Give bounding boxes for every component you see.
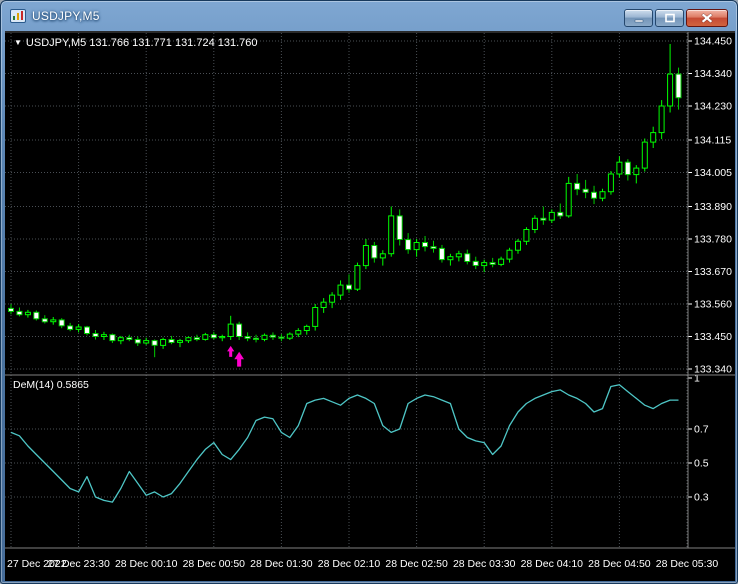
svg-text:0.3: 0.3	[694, 492, 709, 504]
svg-text:28 Dec 03:30: 28 Dec 03:30	[453, 558, 516, 570]
svg-text:0.7: 0.7	[694, 424, 709, 436]
svg-text:134.340: 134.340	[694, 68, 732, 80]
svg-text:28 Dec 00:50: 28 Dec 00:50	[183, 558, 246, 570]
svg-text:28 Dec 02:50: 28 Dec 02:50	[385, 558, 448, 570]
svg-text:134.115: 134.115	[694, 135, 731, 147]
svg-text:1: 1	[694, 373, 700, 385]
close-button[interactable]	[686, 9, 728, 27]
price-chart-svg[interactable]: 134.450 134.340 134.230 134.115 134.005 133.8…	[5, 31, 735, 581]
svg-text:133.450: 133.450	[694, 331, 732, 343]
close-icon	[701, 13, 713, 23]
demarker-line	[11, 385, 679, 502]
svg-text:134.450: 134.450	[694, 36, 732, 48]
svg-text:0.5: 0.5	[694, 458, 709, 470]
buy-arrow-icon	[234, 352, 244, 367]
svg-text:28 Dec 01:30: 28 Dec 01:30	[250, 558, 313, 570]
chart-client-area[interactable]: 134.450 134.340 134.230 134.115 134.005 133.8…	[5, 31, 735, 581]
svg-text:28 Dec 04:10: 28 Dec 04:10	[521, 558, 584, 570]
svg-text:133.560: 133.560	[694, 299, 732, 311]
svg-text:134.230: 134.230	[694, 101, 732, 113]
buy-arrow-icon	[227, 346, 234, 357]
svg-text:28 Dec 04:50: 28 Dec 04:50	[588, 558, 651, 570]
mt4-chart-window: USDJPY,M5 134.450134.340134.230134.11513…	[0, 0, 738, 584]
window-controls	[622, 9, 728, 27]
svg-text:133.890: 133.890	[694, 201, 732, 213]
svg-text:28 Dec 05:30: 28 Dec 05:30	[656, 558, 719, 570]
chart-app-icon	[10, 8, 26, 24]
maximize-icon	[664, 13, 676, 23]
svg-text:134.005: 134.005	[694, 167, 732, 179]
maximize-button[interactable]	[655, 9, 684, 27]
svg-text:28 Dec 00:10: 28 Dec 00:10	[115, 558, 178, 570]
svg-text:133.670: 133.670	[694, 266, 732, 278]
window-title: USDJPY,M5	[32, 9, 100, 23]
svg-text:133.780: 133.780	[694, 234, 732, 246]
minimize-button[interactable]	[624, 9, 653, 27]
svg-text:27 Dec 23:30: 27 Dec 23:30	[47, 558, 110, 570]
svg-text:28 Dec 02:10: 28 Dec 02:10	[318, 558, 381, 570]
titlebar[interactable]: USDJPY,M5	[1, 1, 737, 31]
minimize-icon	[633, 13, 645, 23]
